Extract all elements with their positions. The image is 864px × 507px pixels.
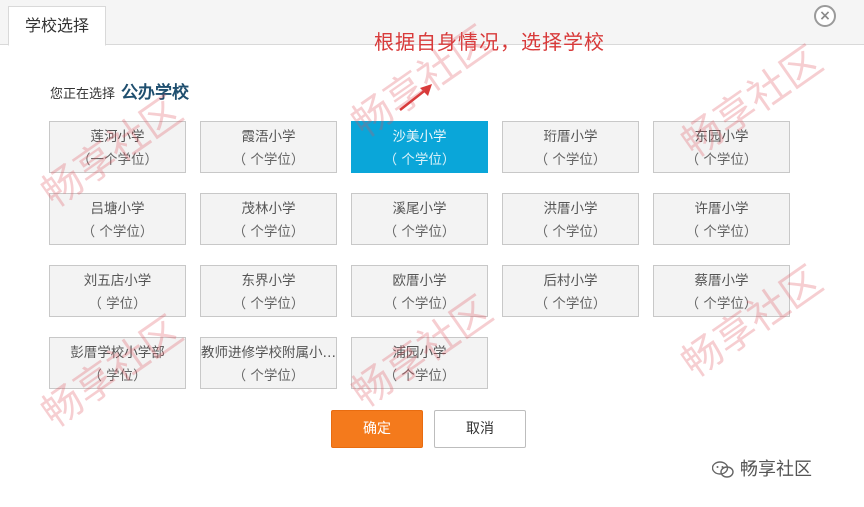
school-name: 彭厝学校小学部 (70, 345, 165, 361)
tab-school-select[interactable]: 学校选择 (8, 6, 106, 46)
school-seats: （一个学位） (77, 152, 158, 168)
school-name: 霞浯小学 (241, 129, 296, 145)
school-seats: （ 个学位） (383, 152, 456, 168)
choosing-status: 您正在选择 公办学校 (50, 82, 189, 104)
school-select-dialog: 学校选择 × 根据自身情况，选择学校 您正在选择 公办学校 莲河小学 （一个学位） 霞… (0, 0, 864, 507)
confirm-button[interactable]: 确定 (331, 410, 423, 448)
choosing-type: 公办学校 (121, 83, 190, 103)
school-option[interactable]: 许厝小学 （ 个学位） (653, 193, 790, 245)
school-option[interactable]: 刘五店小学 （ 学位） (49, 265, 186, 317)
school-option[interactable]: 欧厝小学 （ 个学位） (351, 265, 488, 317)
school-option[interactable]: 洪厝小学 （ 个学位） (502, 193, 639, 245)
annotation-text: 根据自身情况，选择学校 (374, 30, 605, 54)
choosing-prefix: 您正在选择 (50, 87, 116, 102)
school-option[interactable]: 莲河小学 （一个学位） (49, 121, 186, 173)
school-seats: （ 个学位） (232, 152, 305, 168)
watermark-logo-text: 畅享社区 (740, 459, 812, 480)
school-option[interactable]: 珩厝小学 （ 个学位） (502, 121, 639, 173)
annotation-arrow-icon (399, 84, 432, 111)
school-option[interactable]: 东园小学 （ 个学位） (653, 121, 790, 173)
school-seats: （ 个学位） (534, 296, 607, 312)
school-name: 许厝小学 (694, 201, 749, 217)
school-seats: （ 个学位） (232, 368, 305, 384)
school-seats: （ 个学位） (685, 296, 758, 312)
school-seats: （ 个学位） (81, 224, 154, 240)
watermark-logo: 畅享社区 (712, 455, 812, 485)
school-seats: （ 个学位） (383, 224, 456, 240)
school-option[interactable]: 东界小学 （ 个学位） (200, 265, 337, 317)
school-seats: （ 个学位） (383, 368, 456, 384)
school-name: 浦园小学 (392, 345, 447, 361)
school-seats: （ 个学位） (534, 224, 607, 240)
school-name: 东界小学 (241, 273, 296, 289)
cancel-button[interactable]: 取消 (434, 410, 526, 448)
school-option[interactable]: 彭厝学校小学部 （ 学位） (49, 337, 186, 389)
school-option[interactable]: 吕塘小学 （ 个学位） (49, 193, 186, 245)
school-name: 欧厝小学 (392, 273, 447, 289)
school-seats: （ 个学位） (685, 152, 758, 168)
school-option[interactable]: 蔡厝小学 （ 个学位） (653, 265, 790, 317)
school-seats: （ 个学位） (685, 224, 758, 240)
school-option[interactable]: 教师进修学校附属小… （ 个学位） (200, 337, 337, 389)
school-name: 蔡厝小学 (694, 273, 749, 289)
school-option[interactable]: 溪尾小学 （ 个学位） (351, 193, 488, 245)
school-seats: （ 个学位） (232, 296, 305, 312)
school-name: 刘五店小学 (83, 273, 152, 289)
school-name: 茂林小学 (241, 201, 296, 217)
close-icon[interactable]: × (814, 5, 836, 27)
school-name: 教师进修学校附属小… (201, 345, 336, 361)
school-name: 吕塘小学 (90, 201, 145, 217)
school-seats: （ 个学位） (534, 152, 607, 168)
school-name: 溪尾小学 (392, 201, 447, 217)
school-name: 莲河小学 (90, 129, 145, 145)
school-seats: （ 学位） (88, 368, 147, 384)
school-option[interactable]: 茂林小学 （ 个学位） (200, 193, 337, 245)
school-option[interactable]: 浦园小学 （ 个学位） (351, 337, 488, 389)
school-option[interactable]: 后村小学 （ 个学位） (502, 265, 639, 317)
school-seats: （ 个学位） (383, 296, 456, 312)
school-seats: （ 学位） (88, 296, 147, 312)
school-name: 珩厝小学 (543, 129, 598, 145)
school-option[interactable]: 霞浯小学 （ 个学位） (200, 121, 337, 173)
school-seats: （ 个学位） (232, 224, 305, 240)
school-option[interactable]: 沙美小学 （ 个学位） (351, 121, 488, 173)
school-name: 沙美小学 (392, 129, 447, 145)
school-name: 东园小学 (694, 129, 749, 145)
school-name: 后村小学 (543, 273, 598, 289)
school-name: 洪厝小学 (543, 201, 598, 217)
wechat-icon (712, 461, 734, 478)
